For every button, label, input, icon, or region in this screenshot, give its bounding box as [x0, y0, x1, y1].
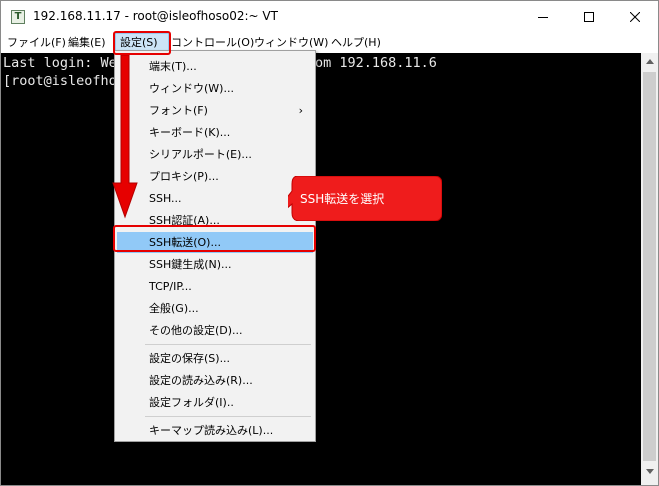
- scroll-thumb[interactable]: [643, 72, 656, 461]
- menu-item-load-keymap[interactable]: キーマップ読み込み(L)...: [117, 420, 313, 441]
- callout-text: SSH転送を選択: [300, 192, 385, 206]
- scroll-up-button[interactable]: [641, 53, 658, 70]
- menu-item-tcpip[interactable]: TCP/IP...: [117, 276, 313, 297]
- menu-edit[interactable]: 編集(E): [68, 33, 106, 53]
- menu-help[interactable]: ヘルプ(H): [331, 33, 381, 53]
- teraterm-app-icon[interactable]: T: [11, 10, 25, 24]
- submenu-arrow-icon: ›: [298, 104, 303, 117]
- menu-file[interactable]: ファイル(F): [7, 33, 66, 53]
- terminal-line-prompt: [root@isleofho: [3, 73, 117, 89]
- callout-bubble: SSH転送を選択: [288, 176, 442, 221]
- close-button[interactable]: [612, 1, 658, 33]
- minimize-button[interactable]: [520, 1, 566, 33]
- menu-item-serial-port[interactable]: シリアルポート(E)...: [117, 144, 313, 165]
- menu-item-setup-folder[interactable]: 設定フォルダ(I)..: [117, 392, 313, 413]
- title-bar[interactable]: T 192.168.11.17 - root@isleofhoso02:~ VT: [1, 1, 658, 33]
- menu-item-terminal[interactable]: 端末(T)...: [117, 56, 313, 77]
- menu-item-restore-setup[interactable]: 設定の読み込み(R)...: [117, 370, 313, 391]
- teraterm-window: T 192.168.11.17 - root@isleofhoso02:~ VT…: [0, 0, 659, 486]
- close-icon: [630, 12, 640, 22]
- scroll-up-icon: [645, 59, 654, 64]
- menu-separator: [145, 416, 311, 417]
- scroll-down-icon: [645, 469, 654, 474]
- menu-item-general[interactable]: 全般(G)...: [117, 298, 313, 319]
- terminal-line-login-start: Last login: We: [3, 55, 117, 71]
- menu-item-font[interactable]: フォント(F) ›: [117, 100, 313, 121]
- menu-separator: [145, 344, 311, 345]
- vertical-scrollbar[interactable]: [641, 53, 658, 485]
- menu-item-keyboard[interactable]: キーボード(K)...: [117, 122, 313, 143]
- menu-bar: ファイル(F) 編集(E) 設定(S) コントロール(O) ウィンドウ(W) ヘ…: [1, 33, 658, 53]
- menu-item-proxy[interactable]: プロキシ(P)...: [117, 166, 313, 187]
- terminal-area[interactable]: Last login: We om 192.168.11.6 [root@isl…: [1, 53, 641, 485]
- ssh-forwarding-highlight: [113, 225, 316, 252]
- menu-item-additional-settings[interactable]: その他の設定(D)...: [117, 320, 313, 341]
- settings-menu-highlight: [113, 31, 171, 55]
- maximize-icon: [584, 12, 594, 22]
- window-title: 192.168.11.17 - root@isleofhoso02:~ VT: [33, 9, 278, 23]
- maximize-button[interactable]: [566, 1, 612, 33]
- scroll-down-button[interactable]: [641, 463, 658, 480]
- menu-item-save-setup[interactable]: 設定の保存(S)...: [117, 348, 313, 369]
- menu-item-ssh[interactable]: SSH...: [117, 188, 313, 209]
- menu-item-ssh-keygen[interactable]: SSH鍵生成(N)...: [117, 254, 313, 275]
- minimize-icon: [538, 17, 548, 18]
- terminal-line-login-end: om 192.168.11.6: [315, 55, 437, 71]
- red-down-arrow-icon: [112, 55, 138, 219]
- menu-item-window[interactable]: ウィンドウ(W)...: [117, 78, 313, 99]
- menu-item-font-label: フォント(F): [149, 104, 208, 117]
